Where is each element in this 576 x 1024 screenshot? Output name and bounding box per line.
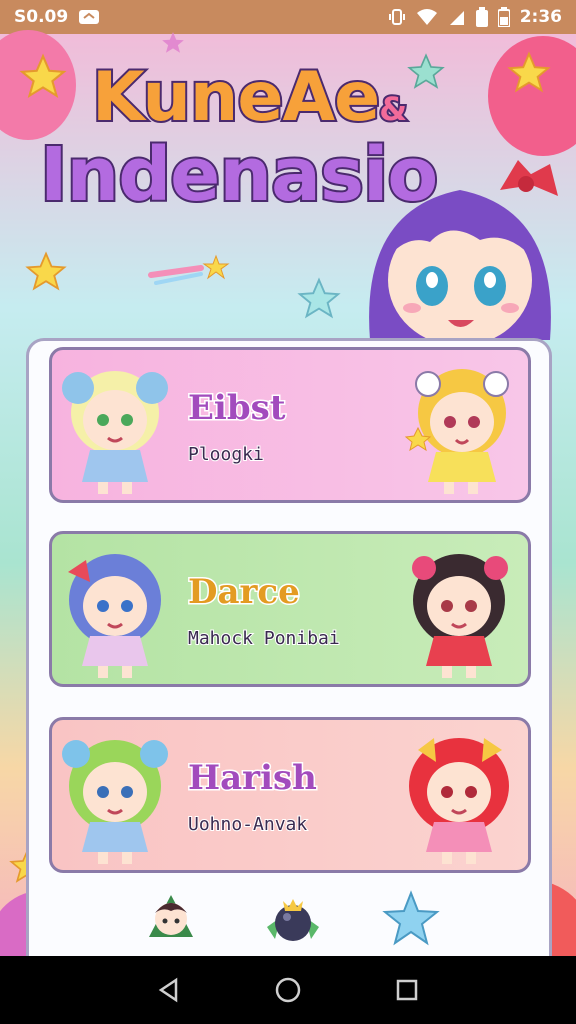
character-portrait [62,371,168,494]
signal-icon [448,8,466,26]
bomb-icon[interactable] [261,887,325,951]
shooting-star-icon [148,254,230,285]
mode-title: Eibst [186,387,286,430]
recents-icon[interactable] [387,970,427,1010]
mode-card-2[interactable]: Darce Mahock Ponibai [49,531,531,687]
mode-card-1[interactable]: Eibst Ploogki [49,347,531,503]
mode-title: Darce [187,571,302,614]
back-icon[interactable] [149,970,189,1010]
wifi-icon [416,8,438,26]
mode-title: Harish [187,757,319,800]
character-portrait [409,738,509,864]
battery-saver-icon [497,7,510,27]
mode-subtitle: Mahock Ponibai [187,627,341,650]
character-portrait [68,554,161,678]
mascot-character [369,160,558,346]
character-icon[interactable] [139,887,203,951]
star-icon [162,32,184,53]
battery-icon [475,7,488,27]
mode-subtitle: Ploogki [187,443,265,466]
status-bar: S0.09 2:36 [0,0,576,34]
character-portrait [412,554,508,678]
mode-card-3[interactable]: Harish Uohno-Anvak [49,717,531,873]
navigation-bar [0,956,576,1024]
star-icon[interactable] [379,887,443,951]
star-icon [297,277,341,319]
character-portrait [404,369,509,494]
character-portrait [62,740,168,864]
status-time: 2:36 [519,7,562,27]
title-line-1: KuneAe& [90,58,409,137]
notification-icon [78,9,100,25]
vibrate-icon [388,8,406,26]
star-icon [507,51,551,93]
mode-subtitle: Uohno-Anvak [187,813,308,836]
status-left-text: S0.09 [14,7,69,27]
star-icon [25,251,67,291]
mode-panel: Eibst Ploogki Darce Mahock Ponibai Haris… [26,338,552,978]
home-icon[interactable] [268,970,308,1010]
